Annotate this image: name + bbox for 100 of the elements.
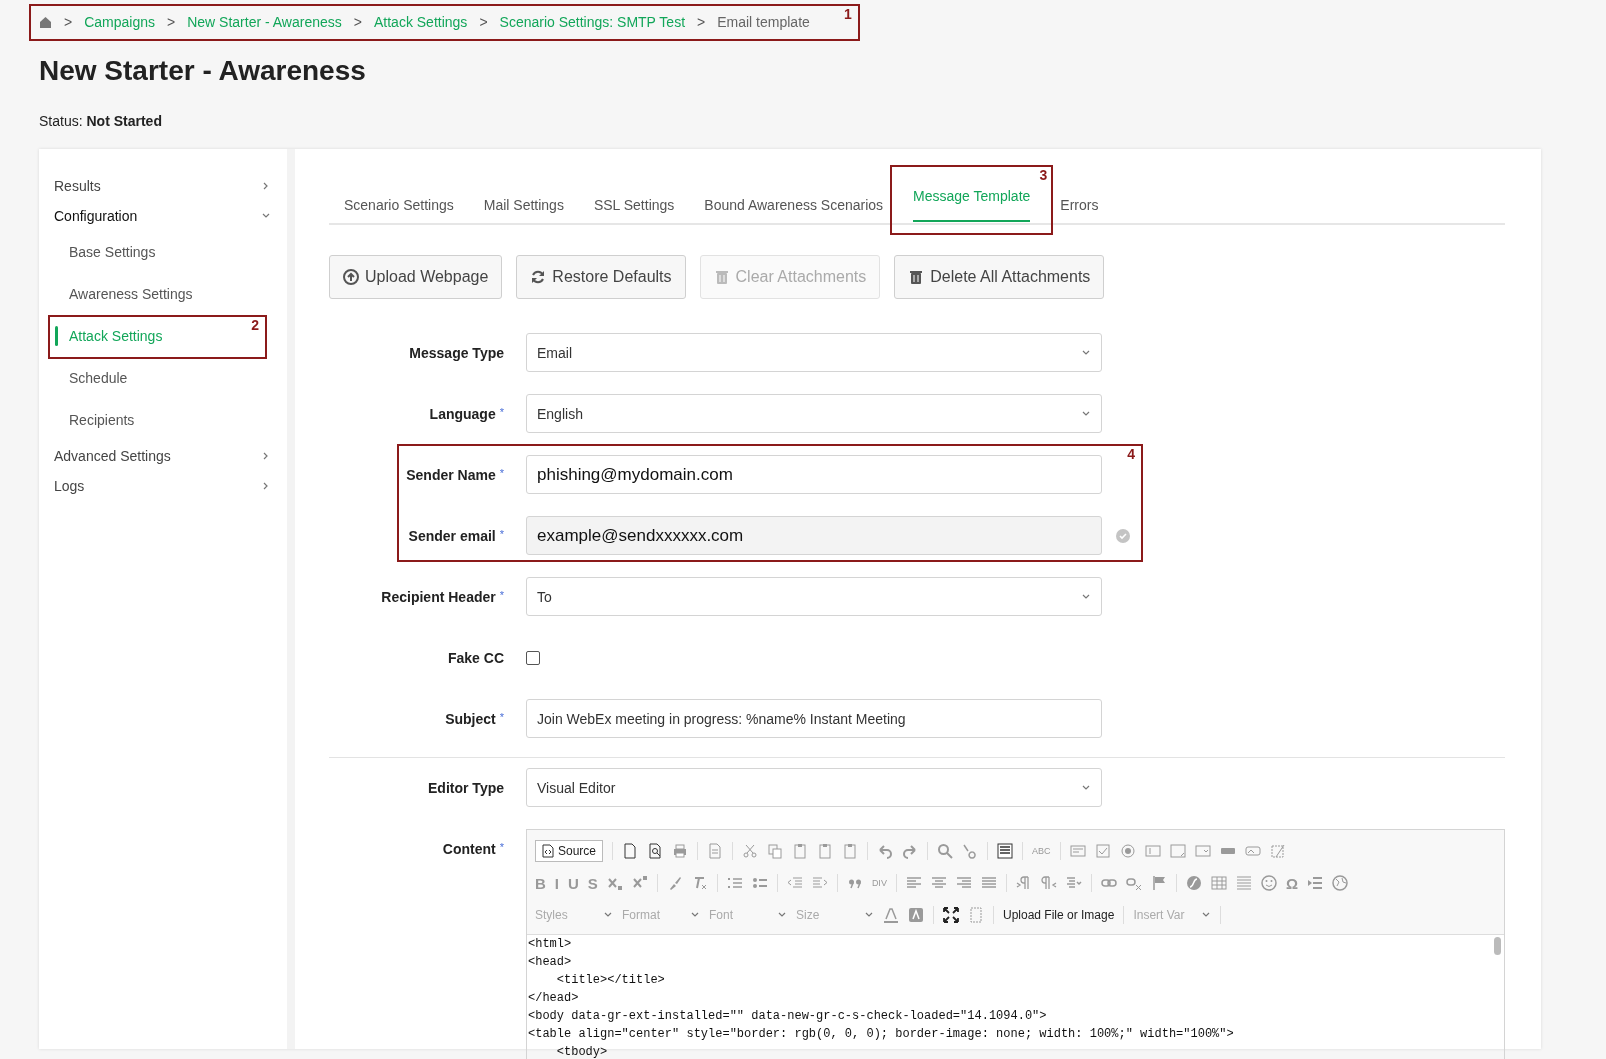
code-line: <head> — [528, 954, 573, 971]
refresh-icon — [530, 269, 547, 285]
bulleted-list-icon[interactable] — [751, 875, 768, 891]
select-field[interactable]: Email — [526, 333, 1102, 372]
text-field-icon[interactable] — [1144, 843, 1161, 859]
language-icon[interactable] — [1065, 875, 1082, 891]
select-all-icon[interactable] — [997, 843, 1014, 859]
field-label: Subject * — [444, 710, 504, 727]
sidebar-subitem[interactable]: Recipients — [39, 399, 287, 441]
checkbox-icon[interactable] — [1094, 843, 1111, 859]
preview-icon[interactable] — [647, 843, 664, 859]
field-label: Editor Type — [427, 779, 504, 796]
sidebar-item[interactable]: Results — [39, 171, 287, 201]
hidden-field-icon[interactable] — [1269, 843, 1286, 859]
select-field[interactable]: English — [526, 394, 1102, 433]
document-icon[interactable] — [707, 843, 724, 859]
code-icon — [542, 844, 554, 858]
field-label: Fake CC — [446, 649, 504, 666]
pilcrow-icon[interactable] — [1040, 875, 1057, 891]
radio-icon[interactable] — [1119, 843, 1136, 859]
field-label: Sender Name * — [405, 466, 504, 483]
form-icon[interactable] — [1069, 843, 1086, 859]
redo-icon[interactable] — [902, 843, 919, 859]
text-area-icon[interactable] — [1169, 843, 1186, 859]
field-label: Sender email * — [407, 527, 504, 544]
action-button[interactable]: Delete All Attachments — [894, 255, 1105, 299]
undo-icon[interactable] — [877, 843, 894, 859]
printer-icon[interactable] — [672, 843, 689, 859]
justify-icon[interactable] — [980, 875, 997, 891]
sidebar-item[interactable]: Configuration — [39, 201, 287, 231]
globe-icon[interactable] — [1331, 875, 1348, 891]
clipboard-icon[interactable] — [842, 843, 859, 859]
tab[interactable]: Mail Settings — [468, 187, 579, 223]
separator: > — [167, 14, 176, 30]
input-field[interactable]: example@sendxxxxxx.com — [526, 516, 1102, 555]
tab[interactable]: SSL Settings — [578, 187, 690, 223]
check-circle-icon — [1116, 528, 1130, 543]
field-label: Recipient Header * — [380, 588, 504, 605]
field-label: Content * — [441, 840, 504, 857]
search-icon[interactable] — [937, 843, 954, 859]
copy-icon[interactable] — [767, 843, 784, 859]
code-line: <title></title> — [555, 972, 666, 989]
action-button[interactable]: Upload Webpage — [329, 255, 503, 299]
smiley-icon[interactable] — [1260, 875, 1277, 891]
tab[interactable]: Errors — [1045, 187, 1114, 223]
code-line: <table align="center" style="border: rgb(0, 0, 0); border-image: none; width: 100%;" width="100%"> — [528, 1026, 1235, 1043]
page-break-icon[interactable] — [1306, 875, 1323, 891]
horizontal-rule-icon[interactable] — [1235, 875, 1252, 891]
numbered-list-icon[interactable] — [726, 875, 743, 891]
upload-icon — [343, 269, 359, 285]
upload-link[interactable]: Upload File or Image — [1003, 908, 1115, 922]
scissors-icon[interactable] — [742, 843, 759, 859]
sidebar-item[interactable]: Advanced Settings — [39, 441, 287, 471]
pilcrow-icon[interactable] — [1015, 875, 1032, 891]
trash-icon — [713, 269, 730, 285]
tab[interactable]: Bound Awareness Scenarios — [689, 187, 899, 223]
document-icon[interactable] — [622, 843, 639, 859]
status-text: Status: Not Started — [39, 113, 163, 129]
input-field[interactable]: Join WebEx meeting in progress: %name% Instant Meeting — [526, 699, 1102, 738]
sidebar-item[interactable]: Logs — [39, 471, 287, 501]
background-color-icon[interactable] — [908, 907, 924, 923]
table-icon[interactable] — [1210, 875, 1227, 891]
field-label: Message Type — [408, 344, 504, 361]
maximize-icon[interactable] — [943, 907, 959, 923]
code-line: <body data-gr-ext-installed="" data-new-gr-c-s-check-loaded="14.1094.0"> — [528, 1008, 1048, 1025]
action-button[interactable]: Restore Defaults — [516, 255, 686, 299]
outdent-icon[interactable] — [786, 875, 803, 891]
trash-icon — [908, 269, 925, 285]
image-button-icon[interactable] — [1244, 843, 1261, 859]
select-field[interactable]: To — [526, 577, 1102, 616]
sidebar-subitem[interactable]: Awareness Settings — [39, 273, 287, 315]
text-color-icon[interactable] — [883, 907, 899, 923]
home-icon[interactable] — [39, 15, 52, 29]
clipboard-icon[interactable] — [817, 843, 834, 859]
code-line: <html> — [528, 936, 573, 953]
indent-icon[interactable] — [811, 875, 828, 891]
show-blocks-icon[interactable] — [968, 907, 984, 923]
page-title: New Starter - Awareness — [39, 55, 367, 87]
align-right-icon[interactable] — [955, 875, 972, 891]
source-button[interactable]: Source — [535, 840, 604, 862]
sidebar-subitem[interactable]: Attack Settings 2 — [39, 315, 287, 357]
align-center-icon[interactable] — [930, 875, 947, 891]
separator: > — [64, 14, 73, 30]
tab[interactable]: Scenario Settings — [329, 187, 469, 223]
select-icon[interactable] — [1194, 843, 1211, 859]
sidebar-subitem[interactable]: Base Settings — [39, 231, 287, 273]
flag-icon[interactable] — [1150, 875, 1167, 891]
sidebar-subitem[interactable]: Schedule — [39, 357, 287, 399]
input-field[interactable]: phishing@mydomain.com — [526, 455, 1102, 494]
select-field[interactable]: Visual Editor — [526, 768, 1102, 807]
checkbox[interactable] — [526, 650, 540, 665]
code-line: <tbody> — [555, 1044, 609, 1059]
breadcrumb-item: Email template — [717, 14, 810, 30]
flash-icon[interactable] — [1185, 875, 1202, 891]
field-label: Language * — [428, 405, 504, 422]
unlink-icon[interactable] — [1125, 875, 1142, 891]
code-line: </head> — [528, 990, 580, 1007]
align-left-icon[interactable] — [905, 875, 922, 891]
clipboard-icon[interactable] — [792, 843, 809, 859]
scrollbar-thumb[interactable] — [1494, 937, 1501, 955]
